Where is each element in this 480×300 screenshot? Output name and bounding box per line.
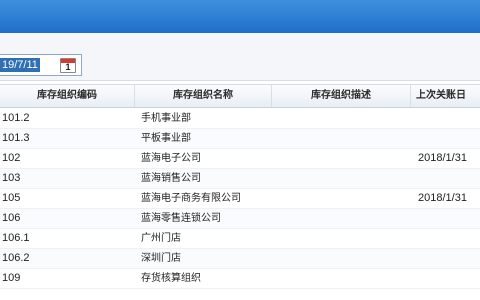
date-value[interactable]: 19/7/11: [0, 58, 40, 72]
cell-org-name: 蓝海零售连锁公司: [141, 213, 221, 224]
cell-org-code: 109: [2, 272, 21, 284]
title-bar: [0, 0, 480, 34]
table-row[interactable]: 105 蓝海电子商务有限公司 2018/1/31: [0, 189, 480, 209]
cell-org-code: 103: [2, 172, 21, 184]
cell-org-name: 存货核算组织: [141, 273, 201, 284]
cell-org-name: 深圳门店: [141, 253, 181, 264]
cell-org-code: 102: [2, 152, 21, 164]
column-header-last-close[interactable]: 上次关账日: [411, 85, 480, 107]
calendar-icon-day: 1: [65, 62, 71, 72]
cell-org-name: 广州门店: [141, 233, 181, 244]
cell-org-code: 101.3: [2, 132, 30, 144]
table-header: 库存组织编码 库存组织名称 库存组织描述 上次关账日: [0, 84, 480, 108]
cell-org-name: 蓝海电子商务有限公司: [141, 193, 241, 204]
cell-org-code: 106: [2, 212, 21, 224]
table-row[interactable]: 109 存货核算组织: [0, 269, 480, 289]
table-row[interactable]: 102 蓝海电子公司 2018/1/31: [0, 149, 480, 169]
table-row[interactable]: 106 蓝海零售连锁公司: [0, 209, 480, 229]
cell-org-name: 平板事业部: [141, 133, 191, 144]
cell-org-name: 蓝海销售公司: [141, 173, 201, 184]
table-row[interactable]: 106.1 广州门店: [0, 229, 480, 249]
inventory-org-screen: 19/7/11 1 库存组织编码 库存组织名称 库存组织描述 上次关账日 101…: [0, 0, 480, 300]
cell-last-close: 2018/1/31: [418, 152, 467, 164]
cell-org-code: 106.2: [2, 252, 30, 264]
cell-org-name: 蓝海电子公司: [141, 153, 201, 164]
cell-org-code: 105: [2, 192, 21, 204]
table-row[interactable]: 106.2 深圳门店: [0, 249, 480, 269]
column-header-org-desc[interactable]: 库存组织描述: [272, 85, 411, 107]
cell-org-code: 101.2: [2, 112, 30, 124]
filter-bar: 19/7/11 1: [0, 33, 480, 81]
table-row[interactable]: 103 蓝海销售公司: [0, 169, 480, 189]
cell-org-name: 手机事业部: [141, 113, 191, 124]
cell-last-close: 2018/1/31: [418, 192, 467, 204]
table-row[interactable]: 101.3 平板事业部: [0, 129, 480, 149]
cell-org-code: 106.1: [2, 232, 30, 244]
date-input[interactable]: 19/7/11 1: [0, 54, 82, 76]
column-header-org-code[interactable]: 库存组织编码: [0, 85, 135, 107]
column-header-org-name[interactable]: 库存组织名称: [135, 85, 272, 107]
calendar-icon[interactable]: 1: [60, 58, 76, 73]
table-row[interactable]: 101.2 手机事业部: [0, 109, 480, 129]
